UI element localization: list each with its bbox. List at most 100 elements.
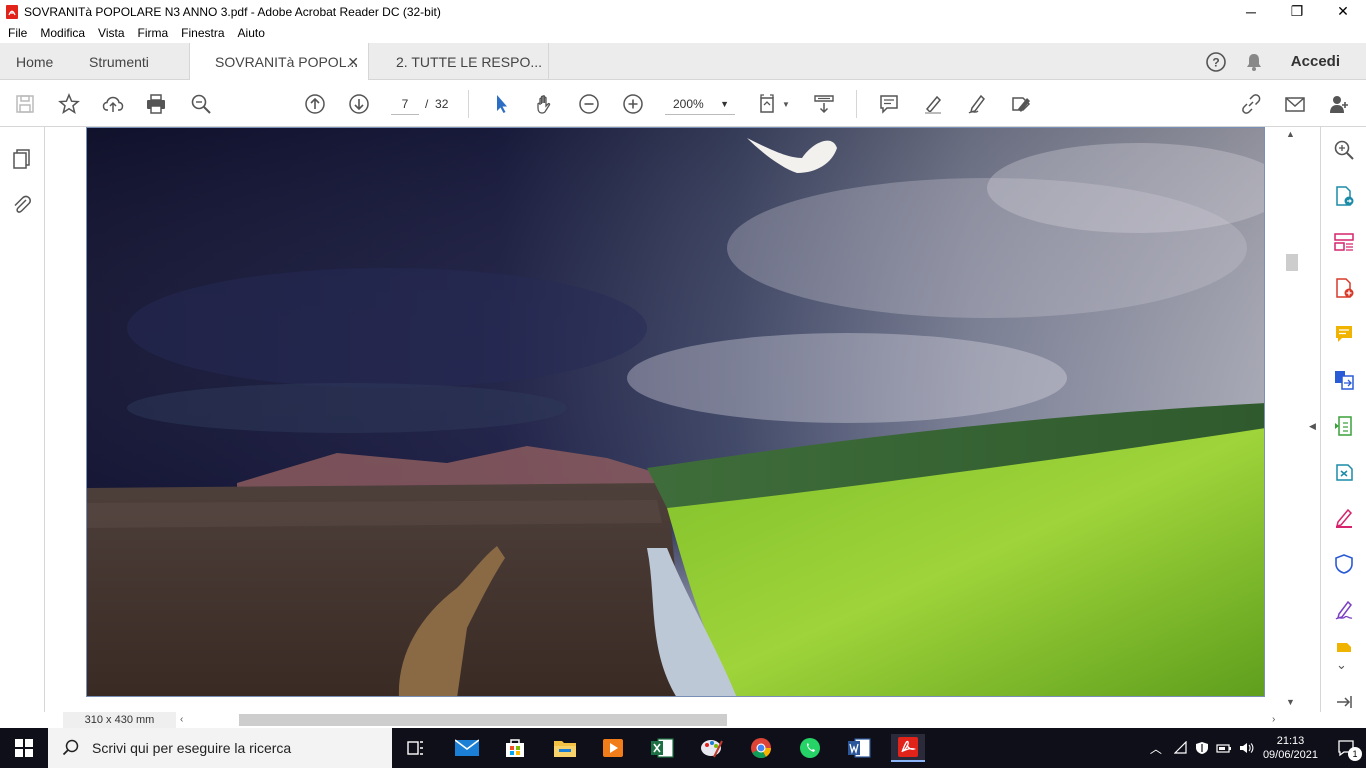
paint-app-button[interactable] bbox=[697, 734, 727, 762]
zoom-in-button[interactable] bbox=[620, 91, 646, 117]
word-app-button[interactable] bbox=[844, 734, 874, 762]
add-user-button[interactable] bbox=[1326, 91, 1352, 117]
page-total: 32 bbox=[435, 97, 449, 111]
share-link-button[interactable] bbox=[1238, 91, 1264, 117]
sign-in-button[interactable]: Accedi bbox=[1291, 53, 1340, 70]
collapse-right-panel-arrow-icon[interactable]: ◀ bbox=[1309, 421, 1316, 432]
previous-page-button[interactable] bbox=[302, 91, 328, 117]
video-player-icon bbox=[603, 739, 623, 757]
tab-home[interactable]: Home bbox=[16, 43, 53, 80]
page-dimensions: 310 x 430 mm bbox=[63, 712, 176, 728]
page-thumbnails-icon[interactable] bbox=[11, 148, 33, 170]
magnifier-icon bbox=[191, 94, 211, 114]
restore-button[interactable]: ❐ bbox=[1274, 0, 1320, 23]
windows-logo-icon bbox=[15, 739, 33, 757]
mail-app-button[interactable] bbox=[452, 734, 482, 762]
network-icon[interactable] bbox=[1173, 741, 1188, 755]
dropdown-caret-icon: ▼ bbox=[782, 99, 790, 109]
comment-tool-icon[interactable] bbox=[1333, 323, 1355, 345]
menu-aiuto[interactable]: Aiuto bbox=[238, 26, 265, 40]
arrow-down-circle-icon bbox=[349, 94, 369, 114]
minimize-button[interactable]: ─ bbox=[1228, 0, 1274, 23]
create-pdf-icon[interactable] bbox=[1333, 277, 1355, 299]
menu-bar: File Modifica Vista Firma Finestra Aiuto bbox=[0, 23, 1366, 43]
draw-button[interactable] bbox=[964, 91, 990, 117]
request-signature-icon[interactable] bbox=[1333, 599, 1355, 621]
upload-cloud-button[interactable] bbox=[100, 91, 126, 117]
comment-button[interactable] bbox=[876, 91, 902, 117]
horizontal-scroll-thumb[interactable] bbox=[239, 714, 727, 726]
file-explorer-button[interactable] bbox=[550, 734, 580, 762]
menu-finestra[interactable]: Finestra bbox=[181, 26, 224, 40]
print-button[interactable] bbox=[143, 91, 169, 117]
select-tool-button[interactable] bbox=[489, 91, 515, 117]
close-window-button[interactable]: ✕ bbox=[1320, 0, 1366, 23]
scroll-mode-button[interactable] bbox=[811, 91, 837, 117]
combine-files-icon[interactable] bbox=[1333, 369, 1355, 391]
tab-tools[interactable]: Strumenti bbox=[89, 43, 149, 80]
scroll-tools-down-chevron-icon[interactable]: ⌄ bbox=[1336, 657, 1347, 673]
scroll-left-arrow-icon[interactable]: ‹ bbox=[180, 714, 183, 725]
organize-pages-icon[interactable] bbox=[1333, 231, 1355, 253]
main-toolbar: 7 / 32 200% ▼ ▼ bbox=[0, 80, 1366, 127]
notifications-bell-icon[interactable] bbox=[1245, 52, 1263, 72]
convert-pdf-icon[interactable] bbox=[1333, 461, 1355, 483]
chrome-app-button[interactable] bbox=[746, 734, 776, 762]
search-text-button[interactable] bbox=[188, 91, 214, 117]
highlight-button[interactable] bbox=[920, 91, 946, 117]
volume-icon[interactable] bbox=[1239, 741, 1255, 755]
paperclip-icon[interactable] bbox=[11, 194, 33, 216]
acrobat-app-button[interactable] bbox=[891, 734, 925, 762]
zoom-level-select[interactable]: 200% ▼ bbox=[665, 93, 735, 115]
vertical-scrollbar[interactable]: ▲ ▼ bbox=[1283, 127, 1300, 712]
tab-document-2[interactable]: 2. TUTTE LE RESPO... bbox=[369, 43, 549, 80]
hand-tool-button[interactable] bbox=[532, 91, 558, 117]
whatsapp-app-button[interactable] bbox=[795, 734, 825, 762]
next-page-button[interactable] bbox=[346, 91, 372, 117]
zoom-out-button[interactable] bbox=[576, 91, 602, 117]
tab-bar: Home Strumenti SOVRANITà POPOL... ✕ 2. T… bbox=[0, 43, 1366, 81]
menu-file[interactable]: File bbox=[8, 26, 27, 40]
battery-icon[interactable] bbox=[1216, 741, 1232, 755]
taskbar-search-box[interactable]: Scrivi qui per eseguire la ricerca bbox=[48, 728, 392, 768]
zoom-search-icon[interactable] bbox=[1333, 139, 1355, 161]
expand-panel-icon[interactable] bbox=[1334, 694, 1354, 710]
menu-modifica[interactable]: Modifica bbox=[40, 26, 85, 40]
menu-firma[interactable]: Firma bbox=[138, 26, 169, 40]
more-tools-partial-icon[interactable] bbox=[1333, 642, 1355, 652]
export-pdf-icon[interactable] bbox=[1333, 185, 1355, 207]
store-app-button[interactable] bbox=[500, 734, 530, 762]
horizontal-scrollbar[interactable]: ‹ › bbox=[176, 712, 1286, 728]
protect-shield-icon[interactable] bbox=[1333, 553, 1355, 575]
compress-pdf-icon[interactable] bbox=[1333, 415, 1355, 437]
page-number-input[interactable]: 7 bbox=[391, 93, 419, 115]
scroll-down-arrow-icon[interactable]: ▼ bbox=[1286, 697, 1295, 707]
action-center-button[interactable]: 1 bbox=[1326, 728, 1366, 768]
task-view-button[interactable] bbox=[401, 734, 431, 762]
printer-icon bbox=[147, 94, 165, 114]
email-button[interactable] bbox=[1282, 91, 1308, 117]
excel-app-button[interactable] bbox=[647, 734, 677, 762]
tab-document-active[interactable]: SOVRANITà POPOL... ✕ bbox=[189, 43, 369, 81]
video-app-button[interactable] bbox=[598, 734, 628, 762]
scroll-right-arrow-icon[interactable]: › bbox=[1272, 714, 1275, 725]
fill-and-sign-icon[interactable] bbox=[1333, 507, 1355, 529]
save-button[interactable] bbox=[12, 91, 38, 117]
start-button[interactable] bbox=[0, 728, 48, 768]
store-bag-icon bbox=[506, 739, 524, 757]
document-viewport[interactable]: ▲ ▼ bbox=[45, 127, 1320, 712]
system-clock[interactable]: 21:13 09/06/2021 bbox=[1263, 734, 1318, 762]
folder-icon bbox=[554, 741, 576, 757]
bookmark-star-button[interactable] bbox=[56, 91, 82, 117]
vertical-scroll-thumb[interactable] bbox=[1286, 254, 1298, 271]
security-shield-icon[interactable] bbox=[1195, 741, 1209, 755]
menu-vista[interactable]: Vista bbox=[98, 26, 124, 40]
help-icon[interactable]: ? bbox=[1205, 51, 1227, 73]
show-hidden-icons-chevron-icon[interactable]: ︿ bbox=[1150, 740, 1162, 757]
fill-sign-button[interactable] bbox=[1008, 91, 1034, 117]
pen-draw-icon bbox=[968, 94, 985, 114]
tab-close-button[interactable]: ✕ bbox=[347, 54, 359, 71]
clock-time: 21:13 bbox=[1276, 735, 1305, 747]
scroll-up-arrow-icon[interactable]: ▲ bbox=[1286, 129, 1295, 139]
page-fit-button[interactable]: ▼ bbox=[756, 91, 792, 117]
